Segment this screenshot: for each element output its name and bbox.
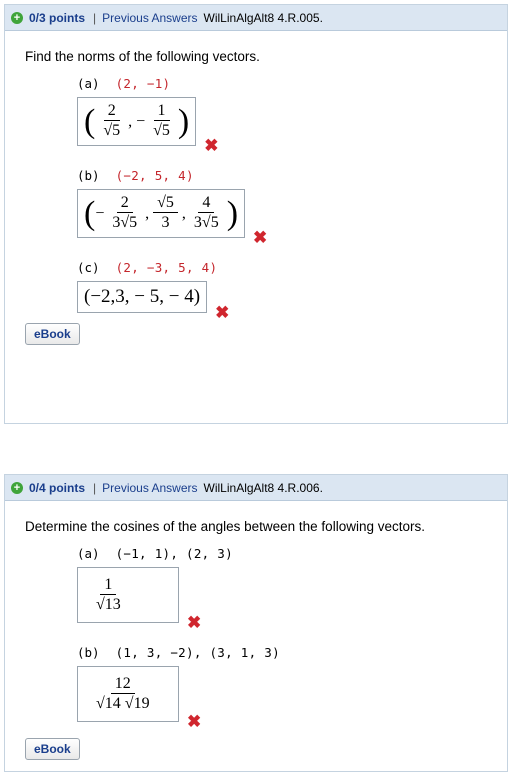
part-a: (a) (2, −1) [77, 76, 487, 91]
part-label: (b) [77, 168, 100, 183]
previous-answers-link[interactable]: Previous Answers [102, 481, 197, 495]
part-a: (a) (−1, 1), (2, 3) [77, 546, 487, 561]
plus-circle-icon[interactable]: + [11, 11, 23, 24]
red-x-icon: ✖ [187, 613, 202, 632]
fraction: √5 3 [153, 194, 178, 233]
question-reference: WilLinAlgAlt8 4.R.006. [203, 480, 323, 495]
part-vector: (−2, 5, 4) [115, 168, 194, 183]
previous-answers-link[interactable]: Previous Answers [102, 11, 197, 25]
part-label: (b) [77, 645, 100, 660]
part-c: (c) (2, −3, 5, 4) [77, 260, 487, 275]
question-header: + 0/4 points | Previous Answers WilLinAl… [5, 475, 507, 501]
part-vector: (2, −3, 5, 4) [115, 260, 218, 275]
answer-box[interactable]: ( − 2 3√5 , √5 3 , 4 3√5 ) [77, 189, 246, 238]
ebook-button[interactable]: eBook [25, 323, 80, 345]
answer-box[interactable]: 1 √13 [77, 567, 179, 623]
fraction: 1 √13 [96, 575, 121, 613]
question-body: Find the norms of the following vectors.… [5, 31, 507, 355]
part-vector: (−1, 1), (2, 3) [115, 546, 233, 561]
red-x-icon: ✖ [187, 712, 202, 731]
question-card-2: + 0/4 points | Previous Answers WilLinAl… [4, 474, 508, 772]
question-reference: WilLinAlgAlt8 4.R.005. [203, 10, 323, 25]
part-vector: (2, −1) [115, 76, 171, 91]
question-prompt: Determine the cosines of the angles betw… [25, 519, 425, 534]
fraction: 1 √5 [153, 102, 170, 139]
part-vector: (1, 3, −2), (3, 1, 3) [115, 645, 280, 660]
part-b: (b) (−2, 5, 4) [77, 168, 487, 183]
separator: | [93, 480, 97, 495]
points-label: 0/3 points [29, 10, 86, 25]
question-card-1: + 0/3 points | Previous Answers WilLinAl… [4, 4, 508, 424]
points-label: 0/4 points [29, 480, 86, 495]
answer-row-a: ( 2 √5 , − 1 √5 ) ✖ [77, 97, 487, 155]
answer-row-c: (−2,3, − 5, − 4) ✖ [77, 281, 487, 322]
part-label: (a) [77, 546, 100, 561]
answer-row-b: 12 √14 √19 ✖ [77, 666, 487, 731]
fraction: 2 √5 [103, 102, 121, 139]
question-header: + 0/3 points | Previous Answers WilLinAl… [5, 5, 507, 31]
fraction: 2 3√5 [112, 194, 138, 231]
answer-box[interactable]: 12 √14 √19 [77, 666, 179, 722]
red-x-icon: ✖ [204, 136, 219, 155]
answer-row-a: 1 √13 ✖ [77, 567, 487, 632]
fraction: 12 √14 √19 [96, 674, 150, 712]
answer-row-b: ( − 2 3√5 , √5 3 , 4 3√5 ) ✖ [77, 189, 487, 247]
separator: | [93, 10, 97, 25]
answer-box[interactable]: ( 2 √5 , − 1 √5 ) [77, 97, 197, 146]
red-x-icon: ✖ [215, 303, 230, 322]
answer-box[interactable]: (−2,3, − 5, − 4) [77, 281, 208, 313]
part-b: (b) (1, 3, −2), (3, 1, 3) [77, 645, 487, 660]
question-prompt: Find the norms of the following vectors. [25, 49, 260, 64]
ebook-button[interactable]: eBook [25, 738, 80, 760]
part-label: (a) [77, 76, 100, 91]
plus-circle-icon[interactable]: + [11, 481, 23, 494]
part-label: (c) [77, 260, 100, 275]
fraction: 4 3√5 [193, 194, 219, 231]
red-x-icon: ✖ [253, 228, 268, 247]
question-body: Determine the cosines of the angles betw… [5, 501, 507, 770]
